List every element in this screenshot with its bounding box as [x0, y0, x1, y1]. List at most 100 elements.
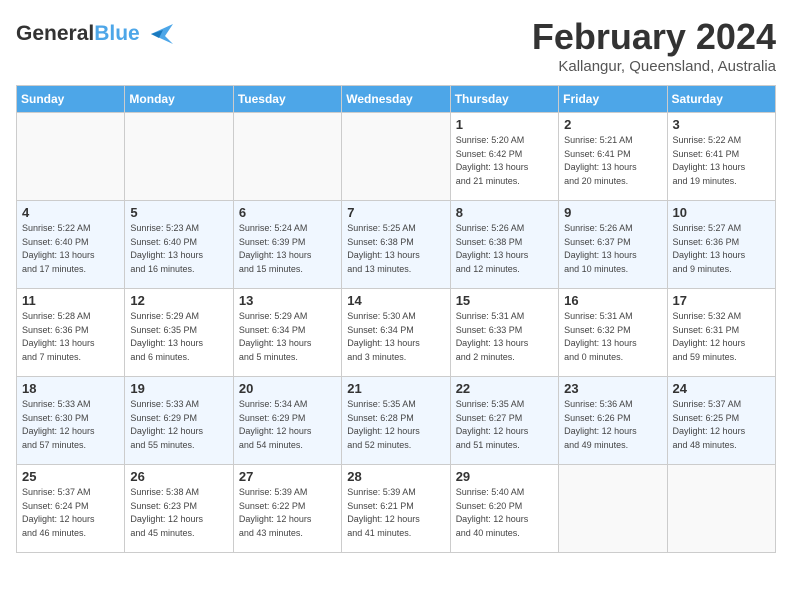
calendar-row: 25Sunrise: 5:37 AMSunset: 6:24 PMDayligh…	[17, 465, 776, 553]
day-info-line: and 13 minutes.	[347, 263, 444, 277]
day-number: 22	[456, 381, 553, 396]
day-info-line: Daylight: 13 hours	[564, 161, 661, 175]
calendar-cell: 18Sunrise: 5:33 AMSunset: 6:30 PMDayligh…	[17, 377, 125, 465]
day-number: 11	[22, 293, 119, 308]
calendar-cell	[667, 465, 775, 553]
day-info-line: Daylight: 13 hours	[130, 249, 227, 263]
day-info-line: Sunrise: 5:38 AM	[130, 486, 227, 500]
calendar-cell: 24 Sunrise: 5:37 AMSunset: 6:25 PMDayligh…	[667, 377, 775, 465]
day-info-line: Sunset: 6:34 PM	[347, 324, 444, 338]
day-info-line: and 57 minutes.	[22, 439, 119, 453]
day-info-line: Sunrise: 5:22 AM	[673, 134, 770, 148]
day-info-line: and 45 minutes.	[130, 527, 227, 541]
day-info-line: Sunset: 6:20 PM	[456, 500, 553, 514]
day-header-monday: Monday	[125, 86, 233, 113]
day-info-line: Sunset: 6:35 PM	[130, 324, 227, 338]
calendar-cell: 13Sunrise: 5:29 AMSunset: 6:34 PMDayligh…	[233, 289, 341, 377]
day-info-line: Daylight: 13 hours	[564, 337, 661, 351]
day-info-line: Daylight: 13 hours	[239, 337, 336, 351]
day-info-line: Sunrise: 5:34 AM	[239, 398, 336, 412]
day-info-line: Sunrise: 5:26 AM	[456, 222, 553, 236]
day-info-line: and 16 minutes.	[130, 263, 227, 277]
day-number: 4	[22, 205, 119, 220]
day-info-line: Sunset: 6:33 PM	[456, 324, 553, 338]
calendar-cell: 29Sunrise: 5:40 AMSunset: 6:20 PMDayligh…	[450, 465, 558, 553]
day-info-line: Sunrise: 5:29 AM	[130, 310, 227, 324]
day-info-line: and 55 minutes.	[130, 439, 227, 453]
logo: GeneralBlue	[16, 20, 173, 48]
day-info-line: Sunset: 6:21 PM	[347, 500, 444, 514]
calendar-cell	[342, 113, 450, 201]
calendar-cell: 21Sunrise: 5:35 AMSunset: 6:28 PMDayligh…	[342, 377, 450, 465]
day-info-line: Sunset: 6:40 PM	[22, 236, 119, 250]
day-info-line: Daylight: 12 hours	[239, 513, 336, 527]
day-info-line: Sunset: 6:29 PM	[239, 412, 336, 426]
day-info-line: Daylight: 13 hours	[673, 249, 770, 263]
day-info-line: Sunrise: 5:31 AM	[456, 310, 553, 324]
calendar-cell: 28Sunrise: 5:39 AMSunset: 6:21 PMDayligh…	[342, 465, 450, 553]
day-info-line: Sunrise: 5:21 AM	[564, 134, 661, 148]
calendar-cell	[125, 113, 233, 201]
day-info-line: and 48 minutes.	[673, 439, 770, 453]
day-info-line: Sunset: 6:41 PM	[564, 148, 661, 162]
day-info-line: Sunrise: 5:37 AM	[22, 486, 119, 500]
day-info-line: Sunset: 6:42 PM	[456, 148, 553, 162]
day-info-line: Sunrise: 5:33 AM	[130, 398, 227, 412]
day-number: 2	[564, 117, 661, 132]
day-number: 24	[673, 381, 770, 396]
calendar-cell: 1Sunrise: 5:20 AMSunset: 6:42 PMDaylight…	[450, 113, 558, 201]
calendar-cell: 11Sunrise: 5:28 AMSunset: 6:36 PMDayligh…	[17, 289, 125, 377]
day-info-line: Sunrise: 5:31 AM	[564, 310, 661, 324]
calendar-cell: 8Sunrise: 5:26 AMSunset: 6:38 PMDaylight…	[450, 201, 558, 289]
day-info-line: Sunset: 6:27 PM	[456, 412, 553, 426]
day-info-line: and 49 minutes.	[564, 439, 661, 453]
day-number: 23	[564, 381, 661, 396]
day-number: 15	[456, 293, 553, 308]
day-info-line: and 51 minutes.	[456, 439, 553, 453]
day-info-line: Sunrise: 5:39 AM	[347, 486, 444, 500]
calendar-cell: 6Sunrise: 5:24 AMSunset: 6:39 PMDaylight…	[233, 201, 341, 289]
day-info-line: and 52 minutes.	[347, 439, 444, 453]
day-info-line: Sunset: 6:38 PM	[347, 236, 444, 250]
day-number: 19	[130, 381, 227, 396]
day-info-line: Sunset: 6:41 PM	[673, 148, 770, 162]
day-info-line: Daylight: 13 hours	[347, 249, 444, 263]
day-info-line: and 46 minutes.	[22, 527, 119, 541]
day-info-line: Daylight: 13 hours	[564, 249, 661, 263]
day-number: 16	[564, 293, 661, 308]
calendar-cell: 17Sunrise: 5:32 AMSunset: 6:31 PMDayligh…	[667, 289, 775, 377]
day-number: 8	[456, 205, 553, 220]
calendar-cell	[233, 113, 341, 201]
day-info-line: Sunset: 6:25 PM	[673, 412, 770, 426]
calendar-row: 11Sunrise: 5:28 AMSunset: 6:36 PMDayligh…	[17, 289, 776, 377]
day-header-thursday: Thursday	[450, 86, 558, 113]
calendar: SundayMondayTuesdayWednesdayThursdayFrid…	[16, 85, 776, 553]
day-info-line: Sunrise: 5:33 AM	[22, 398, 119, 412]
day-info-line: Daylight: 13 hours	[456, 249, 553, 263]
day-info-line: Daylight: 12 hours	[564, 425, 661, 439]
day-info-line: Daylight: 12 hours	[130, 425, 227, 439]
calendar-row: 1Sunrise: 5:20 AMSunset: 6:42 PMDaylight…	[17, 113, 776, 201]
day-info-line: and 19 minutes.	[673, 175, 770, 189]
day-info-line: Daylight: 12 hours	[673, 425, 770, 439]
day-info-line: and 12 minutes.	[456, 263, 553, 277]
day-info-line: Sunrise: 5:39 AM	[239, 486, 336, 500]
title-block: February 2024 Kallangur, Queensland, Aus…	[532, 16, 776, 75]
calendar-body: 1Sunrise: 5:20 AMSunset: 6:42 PMDaylight…	[17, 113, 776, 553]
day-info-line: and 17 minutes.	[22, 263, 119, 277]
day-info-line: and 54 minutes.	[239, 439, 336, 453]
day-number: 12	[130, 293, 227, 308]
day-info-line: Sunrise: 5:35 AM	[456, 398, 553, 412]
day-number: 28	[347, 469, 444, 484]
day-info-line: Sunrise: 5:36 AM	[564, 398, 661, 412]
day-info-line: Sunrise: 5:40 AM	[456, 486, 553, 500]
day-info-line: Sunrise: 5:23 AM	[130, 222, 227, 236]
day-info-line: Sunset: 6:36 PM	[673, 236, 770, 250]
calendar-header: SundayMondayTuesdayWednesdayThursdayFrid…	[17, 86, 776, 113]
calendar-cell: 22 Sunrise: 5:35 AMSunset: 6:27 PMDayligh…	[450, 377, 558, 465]
day-info-line: Sunrise: 5:37 AM	[673, 398, 770, 412]
day-info-line: Sunrise: 5:25 AM	[347, 222, 444, 236]
day-info-line: Sunrise: 5:26 AM	[564, 222, 661, 236]
day-info-line: Daylight: 12 hours	[456, 425, 553, 439]
day-info-line: Sunset: 6:30 PM	[22, 412, 119, 426]
